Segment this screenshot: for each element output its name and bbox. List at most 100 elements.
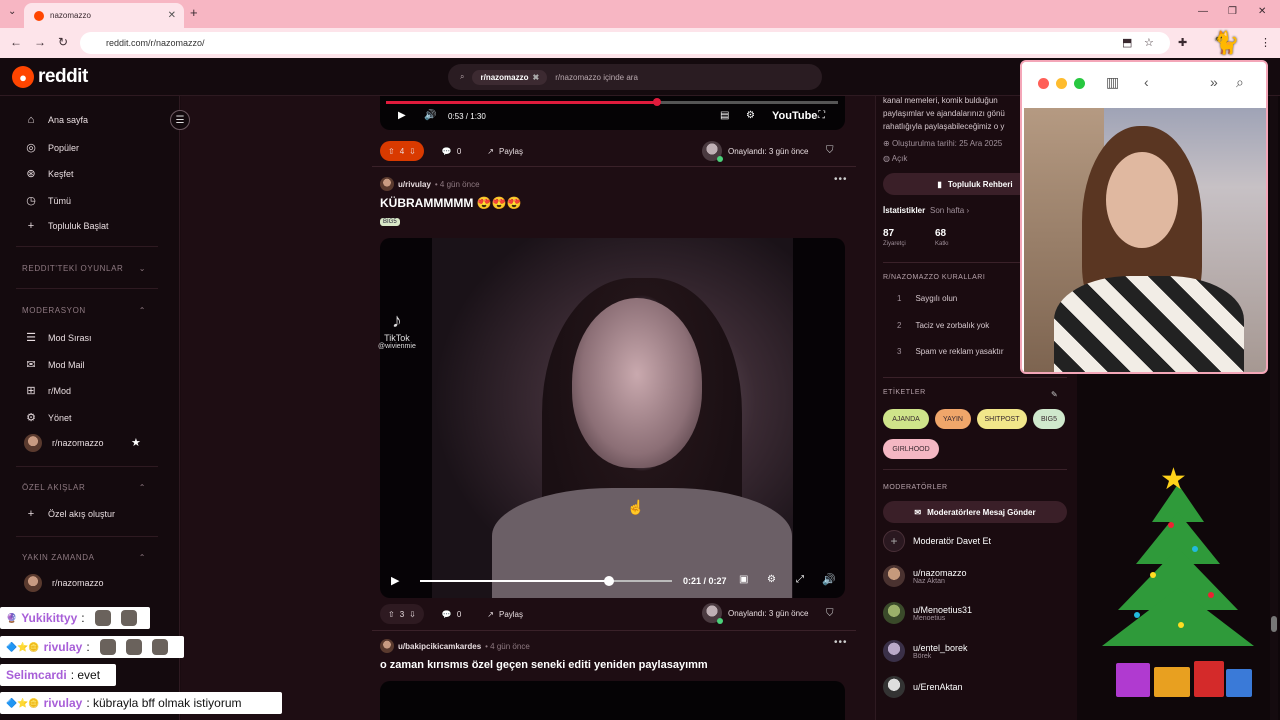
games-section-header[interactable]: REDDIT'TEKİ OYUNLAR ⌄ — [22, 264, 146, 273]
tag-shitpost[interactable]: SHITPOST — [977, 409, 1027, 429]
upvote-icon[interactable]: ⇧ — [388, 147, 395, 156]
tag-ajanda[interactable]: AJANDA — [883, 409, 929, 429]
rule-item[interactable]: 3 Spam ve reklam yasaktır — [897, 347, 1003, 356]
vote-pill[interactable]: ⇧ 3 ⇩ — [380, 604, 424, 624]
search-input[interactable]: r/nazomazzo içinde ara — [555, 73, 638, 82]
sidebar-item-manage[interactable]: ⚙ Yönet — [24, 411, 71, 424]
fullscreen-icon[interactable]: ⛶ — [818, 110, 825, 121]
page-scrollbar[interactable] — [1270, 96, 1278, 720]
search-community-chip[interactable]: r/nazomazzo ✖ — [472, 69, 548, 85]
video-progress-bar[interactable] — [420, 576, 672, 586]
stats-range[interactable]: Son hafta › — [930, 206, 969, 215]
play-icon[interactable]: ▶ — [398, 110, 406, 121]
captions-icon[interactable]: ▤ — [720, 110, 729, 121]
sidebar-item-explore[interactable]: ⊛ Keşfet — [24, 167, 73, 180]
mod-display-name: Naz Aktan — [913, 577, 945, 585]
post-author[interactable]: u/rivulay — [398, 180, 431, 189]
post-options-icon[interactable]: ••• — [834, 174, 848, 185]
downvote-icon[interactable]: ⇩ — [409, 610, 416, 619]
address-bar[interactable]: reddit.com/r/nazomazzo/ — [80, 32, 1170, 54]
new-tab-icon[interactable]: + — [190, 5, 198, 20]
back-icon[interactable]: ← — [10, 35, 22, 49]
post-flair[interactable]: BIG5 — [380, 218, 400, 226]
browser-menu-icon[interactable]: ⋮ — [1260, 36, 1271, 49]
extensions-icon[interactable]: ✚ — [1178, 36, 1187, 49]
captions-icon[interactable]: ▣ — [739, 574, 748, 585]
sidebar-item-mod-queue[interactable]: ☰ Mod Sırası — [24, 331, 91, 344]
minimize-icon[interactable]: — — [1198, 6, 1208, 17]
mod-shield-icon[interactable]: ⛉ — [826, 145, 834, 156]
custom-feeds-header[interactable]: ÖZEL AKIŞLAR ⌃ — [22, 483, 146, 492]
comments-button[interactable]: 💬 0 — [434, 604, 469, 624]
next-post-media[interactable] — [380, 681, 845, 720]
mod-display-name: Menoetius — [913, 614, 946, 622]
search-bar[interactable]: ⌕ r/nazomazzo ✖ r/nazomazzo içinde ara — [448, 64, 822, 90]
volume-icon[interactable]: 🔊 — [424, 110, 436, 121]
tab-close-icon[interactable]: ✕ — [168, 10, 176, 21]
create-custom-feed[interactable]: + Özel akış oluştur — [24, 508, 115, 520]
comments-button[interactable]: 💬 0 — [434, 141, 469, 161]
chip-remove-icon[interactable]: ✖ — [533, 73, 540, 82]
message-mods-button[interactable]: ✉ Moderatörlere Mesaj Gönder — [883, 501, 1067, 523]
moderator-item[interactable]: u/entel_borek Börek — [883, 640, 968, 662]
author-avatar[interactable] — [380, 177, 394, 191]
sidebar-item-popular[interactable]: ◎ Popüler — [24, 141, 79, 154]
next-post-title[interactable]: o zaman kırısmıs özel geçen seneki editi… — [380, 659, 708, 671]
collapse-sidebar-button[interactable]: ☰ — [170, 110, 190, 130]
recent-item-community[interactable]: r/nazomazzo — [24, 574, 104, 592]
youtube-logo[interactable]: YouTube — [772, 110, 817, 122]
moderator-item[interactable]: u/ErenAktan — [883, 676, 963, 698]
window-close-icon[interactable]: ✕ — [1258, 6, 1266, 17]
rule-item[interactable]: 1 Saygılı olun — [897, 294, 957, 303]
previous-video-progress[interactable] — [386, 98, 838, 106]
volume-icon[interactable]: 🔊 — [822, 573, 836, 586]
favorite-star-icon[interactable]: ★ — [131, 436, 141, 449]
scrollbar-thumb[interactable] — [1271, 616, 1277, 632]
recent-section-header[interactable]: YAKIN ZAMANDA ⌃ — [22, 553, 146, 562]
mod-shield-icon[interactable]: ⛉ — [826, 608, 834, 619]
reddit-logo[interactable]: ● reddit — [12, 66, 88, 88]
upvote-icon[interactable]: ⇧ — [388, 610, 395, 619]
post-video-player[interactable] — [380, 238, 845, 598]
moderator-item[interactable]: u/Menoetius31 Menoetius — [883, 602, 972, 624]
install-icon[interactable]: ⬒ — [1122, 36, 1132, 49]
post-title[interactable]: KÜBRAMMMMM 😍😍😍 — [380, 196, 521, 210]
invite-moderator[interactable]: + Moderatör Davet Et — [883, 530, 991, 552]
sidebar-item-home[interactable]: ⌂ Ana sayfa — [24, 114, 88, 126]
settings-icon[interactable]: ⚙ — [767, 574, 776, 585]
edit-pencil-icon[interactable]: ✎ — [1051, 390, 1058, 399]
sidebar-toggle-icon: ▥ — [1106, 74, 1120, 90]
post-author[interactable]: u/bakipcikicamkardes — [398, 642, 481, 651]
tree-tier — [1102, 588, 1254, 646]
share-button[interactable]: ↗ Paylaş — [479, 604, 531, 624]
play-icon[interactable]: ▶ — [391, 574, 399, 587]
tab-search-icon[interactable]: ⌄ — [8, 6, 16, 17]
moderator-item[interactable]: u/nazomazzo Naz Aktan — [883, 565, 967, 587]
author-avatar[interactable] — [380, 639, 394, 653]
ornament — [1134, 612, 1140, 618]
vote-pill[interactable]: ⇧ 4 ⇩ — [380, 141, 424, 161]
sidebar-item-label: Mod Mail — [48, 359, 85, 370]
progress-knob[interactable] — [604, 576, 614, 586]
browser-tab[interactable]: nazomazzo ✕ — [24, 3, 184, 28]
expand-icon[interactable]: ⤢ — [796, 574, 804, 585]
gift-box — [1154, 667, 1190, 697]
maximize-icon[interactable]: ❐ — [1228, 6, 1237, 17]
sidebar-item-community[interactable]: r/nazomazzo — [24, 434, 104, 452]
mod-section-header[interactable]: MODERASYON ⌃ — [22, 306, 146, 315]
forward-icon[interactable]: → — [34, 35, 46, 49]
share-button[interactable]: ↗ Paylaş — [479, 141, 531, 161]
sidebar-item-start-community[interactable]: + Topluluk Başlat — [24, 220, 109, 232]
rule-item[interactable]: 2 Taciz ve zorbalık yok — [897, 321, 989, 330]
reload-icon[interactable]: ↻ — [58, 35, 68, 49]
sidebar-item-all[interactable]: ◷ Tümü — [24, 194, 71, 207]
post-options-icon[interactable]: ••• — [834, 637, 848, 648]
downvote-icon[interactable]: ⇩ — [409, 147, 416, 156]
tag-girlhood[interactable]: GIRLHOOD — [883, 439, 939, 459]
settings-icon[interactable]: ⚙ — [746, 110, 755, 121]
tag-big5[interactable]: BIG5 — [1033, 409, 1065, 429]
tag-yayin[interactable]: YAYIN — [935, 409, 971, 429]
sidebar-item-mod-mail[interactable]: ✉ Mod Mail — [24, 358, 85, 371]
bookmark-star-icon[interactable]: ☆ — [1144, 36, 1154, 49]
sidebar-item-r-mod[interactable]: ⊞ r/Mod — [24, 384, 71, 397]
